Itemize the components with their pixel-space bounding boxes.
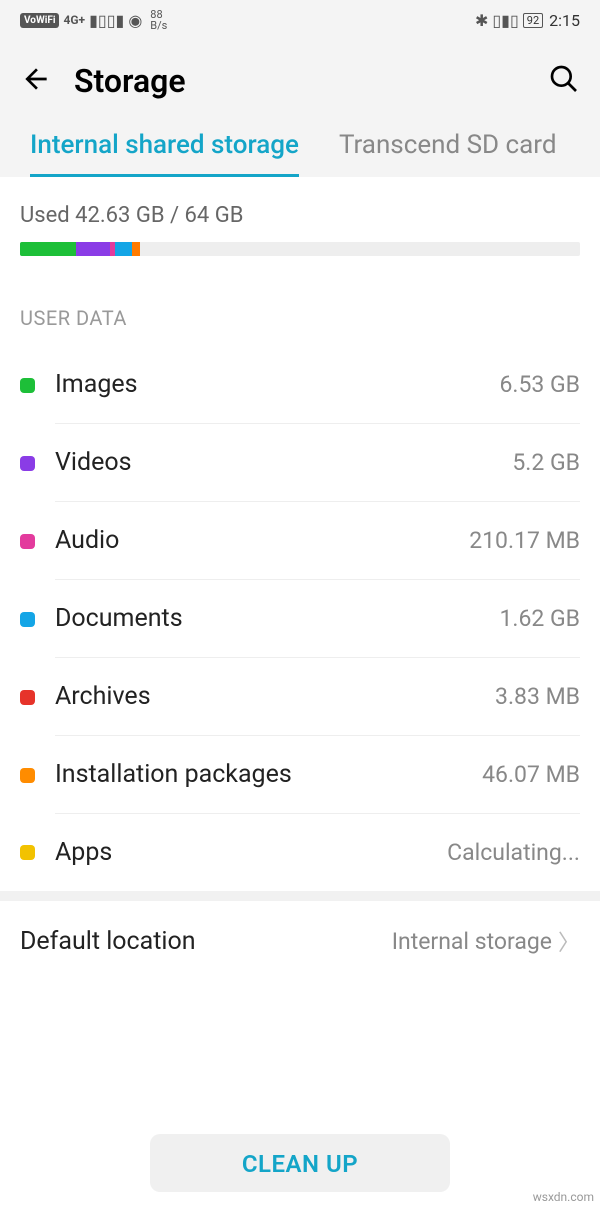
item-value: 210.17 MB [469,527,580,554]
default-location-value: Internal storage [392,928,552,955]
wifi-icon: ◉ [128,11,142,30]
search-icon [548,63,580,95]
item-label: Archives [55,682,151,711]
cleanup-area: CLEAN UP [0,1134,600,1192]
item-value: 1.62 GB [499,605,580,632]
item-label: Apps [55,838,112,867]
status-right: ✱ ▯▮▯ 92 2:15 [475,11,580,30]
search-button[interactable] [548,63,580,99]
usage-text: Used 42.63 GB / 64 GB [20,203,580,228]
battery-indicator: 92 [523,13,543,28]
tab-sd-card[interactable]: Transcend SD card [339,130,557,177]
speed-indicator: 88 B/s [150,9,167,31]
page-title: Storage [74,62,186,100]
item-value: 6.53 GB [499,371,580,398]
item-value: 46.07 MB [482,761,580,788]
cleanup-button[interactable]: CLEAN UP [150,1134,450,1192]
bluetooth-icon: ✱ [475,11,488,30]
list-item[interactable]: Videos 5.2 GB [20,424,580,502]
usage-segment [20,242,76,256]
back-button[interactable] [20,63,52,99]
signal-icon: ▮▯▯▮ [89,11,124,30]
list-item[interactable]: Images 6.53 GB [20,346,580,424]
default-location-label: Default location [20,927,196,956]
list-item[interactable]: Apps Calculating... [20,814,580,891]
category-dot [20,612,35,627]
usage-segment [132,242,140,256]
usage-segment [76,242,110,256]
app-header: Storage [0,40,600,100]
usage-segment [115,242,132,256]
vowifi-badge: VoWiFi [20,13,59,28]
category-dot [20,768,35,783]
category-dot [20,690,35,705]
user-data-list: Images 6.53 GB Videos 5.2 GB Audio 210.17 MB D… [0,346,600,891]
category-dot [20,456,35,471]
clock: 2:15 [549,11,580,30]
tab-internal-storage[interactable]: Internal shared storage [30,130,299,177]
item-label: Documents [55,604,183,633]
network-indicator: 4G+ [63,13,85,27]
category-dot [20,378,35,393]
item-value: 5.2 GB [512,449,580,476]
section-header: USER DATA [0,274,600,346]
item-label: Videos [55,448,132,477]
usage-bar [20,242,580,256]
list-item[interactable]: Installation packages 46.07 MB [20,736,580,814]
item-label: Audio [55,526,119,555]
status-left: VoWiFi 4G+ ▮▯▯▮ ◉ 88 B/s [20,9,167,31]
status-bar: VoWiFi 4G+ ▮▯▯▮ ◉ 88 B/s ✱ ▯▮▯ 92 2:15 [0,0,600,40]
list-item[interactable]: Archives 3.83 MB [20,658,580,736]
chevron-right-icon: 〉 [558,925,580,957]
tabs: Internal shared storage Transcend SD car… [0,100,600,177]
divider [0,891,600,901]
watermark: wsxdn.com [533,1190,594,1204]
item-label: Images [55,370,138,399]
item-value: 3.83 MB [495,683,580,710]
list-item[interactable]: Documents 1.62 GB [20,580,580,658]
arrow-left-icon [20,63,52,95]
category-dot [20,534,35,549]
vibrate-icon: ▯▮▯ [492,11,518,30]
item-value: Calculating... [447,839,580,866]
default-location-row[interactable]: Default location Internal storage 〉 [0,901,600,981]
list-item[interactable]: Audio 210.17 MB [20,502,580,580]
item-label: Installation packages [55,760,292,789]
usage-section: Used 42.63 GB / 64 GB [0,177,600,274]
category-dot [20,845,35,860]
